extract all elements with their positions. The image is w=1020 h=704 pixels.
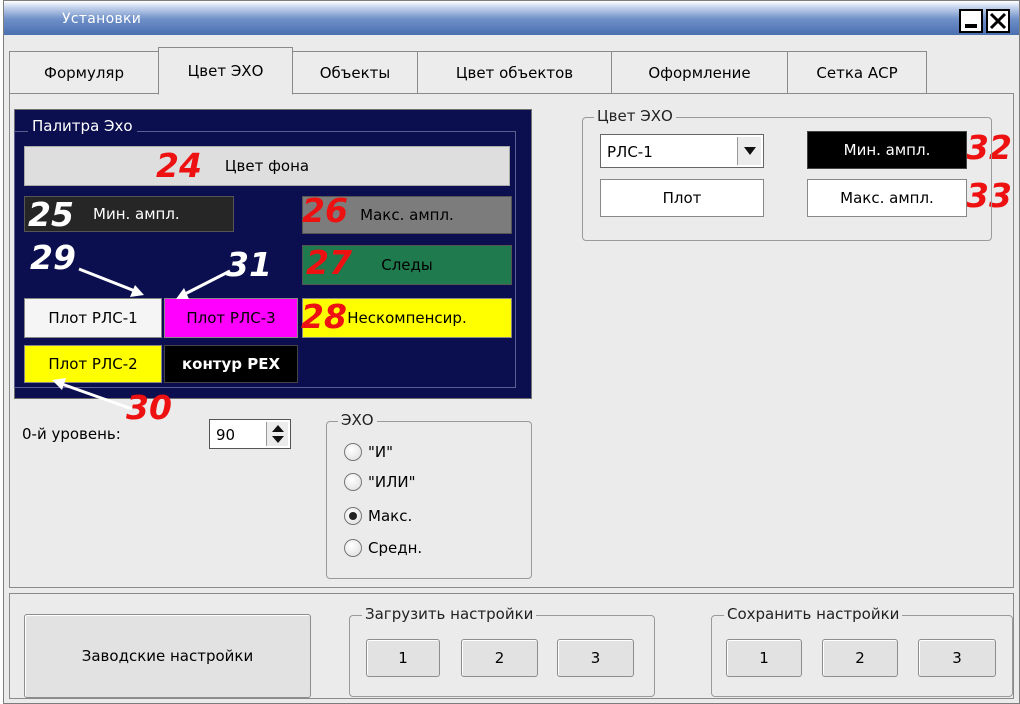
tab-echo-color[interactable]: Цвет ЭХО xyxy=(158,47,293,95)
radio-avg-label: Средн. xyxy=(368,539,423,557)
echo-mode-max[interactable]: Макс. xyxy=(344,507,412,525)
load-settings-1-button[interactable]: 1 xyxy=(366,639,440,677)
radio-max[interactable] xyxy=(344,507,362,525)
save-settings-label: Сохранить настройки xyxy=(724,605,903,623)
radio-or[interactable] xyxy=(344,473,362,491)
save-settings-3-button[interactable]: 3 xyxy=(918,639,996,677)
zero-level-value: 90 xyxy=(216,426,236,444)
radio-max-label: Макс. xyxy=(368,507,413,525)
zero-level-spinbox[interactable]: 90 xyxy=(209,419,291,449)
arrow-30 xyxy=(52,378,133,411)
arrow-29 xyxy=(78,267,144,297)
load-settings-2-button[interactable]: 2 xyxy=(461,639,538,677)
echo-color-label: Цвет ЭХО xyxy=(594,107,676,125)
radar-select[interactable]: РЛС-1 xyxy=(600,134,764,168)
factory-settings-button[interactable]: Заводские настройки xyxy=(24,614,311,698)
radar-select-arrow[interactable] xyxy=(737,137,761,165)
radio-and[interactable] xyxy=(344,443,362,461)
save-settings-2-button[interactable]: 2 xyxy=(822,639,898,677)
zero-level-spin-buttons[interactable] xyxy=(266,422,288,446)
echo-mode-label: ЭХО xyxy=(338,411,377,429)
load-settings-3-button[interactable]: 3 xyxy=(557,639,634,677)
radar-select-value: РЛС-1 xyxy=(607,143,653,161)
echo-max-ampl-button[interactable]: Макс. ампл. xyxy=(807,179,967,217)
spin-arrows-icon xyxy=(272,425,284,443)
settings-window: Установки Формуляр Цвет ЭХО Объекты Цвет… xyxy=(3,0,1020,704)
arrow-31 xyxy=(176,269,231,299)
radio-and-label: "И" xyxy=(368,443,394,461)
radio-avg[interactable] xyxy=(344,539,362,557)
echo-mode-and[interactable]: "И" xyxy=(344,443,393,461)
save-settings-1-button[interactable]: 1 xyxy=(726,639,802,677)
echo-min-ampl-button[interactable]: Мин. ампл. xyxy=(807,131,967,169)
echo-plot-button[interactable]: Плот xyxy=(600,179,764,217)
load-settings-label: Загрузить настройки xyxy=(362,605,537,623)
echo-mode-or[interactable]: "ИЛИ" xyxy=(344,473,416,491)
zero-level-label: 0-й уровень: xyxy=(22,425,121,443)
chevron-down-icon xyxy=(743,147,756,155)
radio-or-label: "ИЛИ" xyxy=(368,473,416,491)
echo-mode-avg[interactable]: Средн. xyxy=(344,539,422,557)
